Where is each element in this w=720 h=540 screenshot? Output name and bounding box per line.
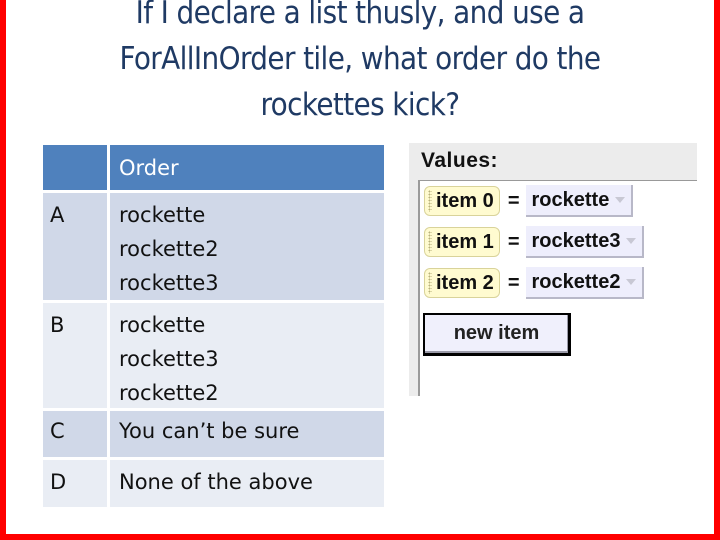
table-row: B rockette rockette3 rockette2 <box>43 303 384 411</box>
order-line: rockette2 <box>119 237 219 261</box>
item-tile[interactable]: item 0 <box>424 186 500 216</box>
title-line: ForAllInOrder tile, what order do the <box>119 41 601 77</box>
option-order: You can’t be sure <box>107 411 384 457</box>
values-title: Values: <box>421 149 499 172</box>
order-line: rockette2 <box>119 381 219 405</box>
title-line: If I declare a list thusly, and use a <box>135 0 585 31</box>
dropdown-arrow-icon[interactable] <box>615 197 626 203</box>
values-panel: Values: item 0 = rockette item 1 = rocke… <box>409 143 697 396</box>
table-row: C You can’t be sure <box>43 411 384 460</box>
table-row: A rockette rockette2 rockette3 <box>43 193 384 303</box>
option-order: None of the above <box>107 460 384 507</box>
option-order: rockette rockette3 rockette2 <box>107 303 384 408</box>
item-tile[interactable]: item 1 <box>424 227 500 257</box>
value-text: rockette <box>531 188 610 211</box>
header-letter-cell <box>43 145 107 190</box>
title-line: rockettes kick? <box>260 87 461 123</box>
value-dropdown[interactable]: rockette2 <box>525 267 645 299</box>
table-row: D None of the above <box>43 460 384 507</box>
order-line: rockette <box>119 203 206 227</box>
drag-grip-icon[interactable] <box>428 190 432 212</box>
table-header-row: Order <box>43 145 384 193</box>
drag-grip-icon[interactable] <box>428 231 432 253</box>
answer-table: Order A rockette rockette2 rockette3 B r… <box>43 145 384 507</box>
value-text: rockette3 <box>531 229 621 252</box>
list-item: item 0 = rockette <box>424 184 634 218</box>
equals-sign: = <box>507 271 520 294</box>
dropdown-arrow-icon[interactable] <box>626 279 637 285</box>
slide-frame: If I declare a list thusly, and use a Fo… <box>0 0 720 540</box>
values-panel-header: Values: <box>409 143 697 181</box>
equals-sign: = <box>507 189 520 212</box>
option-letter: D <box>50 470 67 494</box>
header-order-cell: Order <box>107 145 384 190</box>
value-dropdown[interactable]: rockette <box>525 185 634 217</box>
order-line: None of the above <box>119 470 313 494</box>
new-item-button[interactable]: new item <box>423 313 571 356</box>
list-item: item 1 = rockette3 <box>424 225 645 259</box>
item-label: item 0 <box>436 189 494 212</box>
item-label: item 1 <box>436 230 494 253</box>
order-line: rockette <box>119 313 206 337</box>
order-line: You can’t be sure <box>119 419 300 443</box>
slide-title: If I declare a list thusly, and use a Fo… <box>12 0 708 128</box>
order-line: rockette3 <box>119 347 219 371</box>
option-letter: C <box>50 419 65 443</box>
panel-left-border <box>409 180 420 396</box>
option-letter: A <box>50 203 65 227</box>
item-tile[interactable]: item 2 <box>424 268 500 298</box>
dropdown-arrow-icon[interactable] <box>626 238 637 244</box>
list-item: item 2 = rockette2 <box>424 266 645 300</box>
option-order: rockette rockette2 rockette3 <box>107 193 384 300</box>
order-line: rockette3 <box>119 271 219 295</box>
item-label: item 2 <box>436 271 494 294</box>
option-letter: B <box>50 313 65 337</box>
value-text: rockette2 <box>531 270 621 293</box>
drag-grip-icon[interactable] <box>428 272 432 294</box>
equals-sign: = <box>507 230 520 253</box>
value-dropdown[interactable]: rockette3 <box>525 226 645 258</box>
